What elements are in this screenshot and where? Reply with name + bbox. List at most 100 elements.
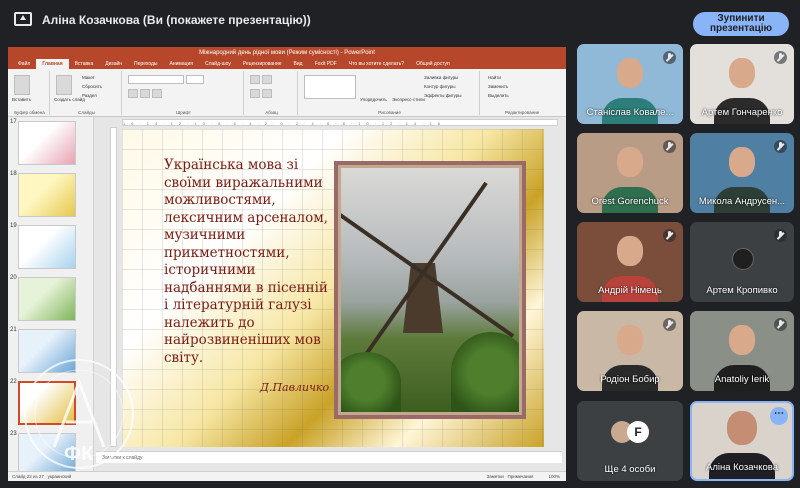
shapes-gallery[interactable] <box>304 75 356 99</box>
italic-icon[interactable] <box>140 89 150 98</box>
ribbon-group-label: Шрифт <box>176 110 191 115</box>
windmill-blade <box>341 208 425 275</box>
notes-toggle[interactable]: Заметки <box>487 474 504 479</box>
participant-name: Микола Андрусен... <box>698 196 786 207</box>
find-button[interactable]: Найти <box>488 75 501 80</box>
replace-button[interactable]: Заменить <box>488 84 508 89</box>
ppt-tab[interactable]: Вид <box>288 59 309 69</box>
align-left-icon[interactable] <box>250 89 260 98</box>
participant-name: Артем Гончаренко <box>701 107 783 118</box>
slide-thumbnail-18[interactable] <box>18 173 76 217</box>
ribbon-group-clipboard: Вставить Буфер обмена <box>10 71 50 115</box>
layout-button[interactable]: Макет <box>82 75 95 80</box>
ppt-tab[interactable]: Что вы хотите сделать? <box>343 59 410 69</box>
ribbon-group-editing: Найти Заменить Выделить Редактирование <box>482 71 562 115</box>
paste-label: Вставить <box>12 97 32 102</box>
windmill-picture[interactable] <box>334 161 526 419</box>
slide-thumbnail-17[interactable] <box>18 121 76 165</box>
slide-thumbnail-21[interactable] <box>18 329 76 373</box>
font-size-field[interactable] <box>186 75 204 84</box>
language-indicator[interactable]: украинский <box>48 474 71 479</box>
ribbon-group-slides: Создать слайд Макет Сбросить Раздел Слай… <box>52 71 122 115</box>
thumbnail-number: 21 <box>10 327 17 333</box>
new-slide-label[interactable]: Создать слайд <box>54 97 85 102</box>
tree <box>451 332 519 412</box>
thumbnail-number: 23 <box>10 431 17 437</box>
ribbon-group-label: Рисование <box>378 110 401 115</box>
thumbnail-number: 20 <box>10 275 17 281</box>
participant-name: Андрій Німець <box>598 285 662 296</box>
ppt-tab[interactable]: Переходы <box>128 59 163 69</box>
more-options-icon[interactable]: ⋯ <box>770 407 788 425</box>
arrange-button[interactable]: Упорядочить <box>360 97 387 102</box>
slide-thumbnails-pane[interactable]: 17 18 19 20 21 22 23 <box>8 117 94 471</box>
slide-canvas: 16·14·12·10·8·6·4·2·0·2·4·6·8·10·12·14·1… <box>96 117 562 471</box>
slide-thumbnail-22[interactable] <box>18 381 76 425</box>
shape-outline-button[interactable]: Контур фигуры <box>424 84 455 89</box>
section-button[interactable]: Раздел <box>82 93 97 98</box>
self-view-tile[interactable]: ⋯ Аліна Козачкова <box>690 401 794 481</box>
slide-thumbnail-23[interactable] <box>18 433 76 471</box>
ppt-tab[interactable]: Дизайн <box>99 59 128 69</box>
shape-effects-button[interactable]: Эффекты фигуры <box>424 93 462 98</box>
comments-toggle[interactable]: Примечания <box>507 474 533 479</box>
quick-styles-button[interactable]: Экспресс-стили <box>392 97 425 102</box>
thumbnail-number: 19 <box>10 223 17 229</box>
powerpoint-window: Міжнародний день рідної мови (Режим сумі… <box>8 47 566 481</box>
ppt-tab[interactable]: Вставка <box>69 59 100 69</box>
participant-name: Anatoliy Ierik <box>714 374 770 385</box>
slide-thumbnail-19[interactable] <box>18 225 76 269</box>
slide-author[interactable]: Д.Павличко <box>260 381 329 394</box>
ribbon-group-font: Шрифт <box>124 71 244 115</box>
presentation-bar: Аліна Козачкова (Ви (покажете презентаці… <box>0 0 800 40</box>
select-button[interactable]: Выделить <box>488 93 509 98</box>
reset-button[interactable]: Сбросить <box>82 84 102 89</box>
slide-counter: Слайд 22 из 27 украинский <box>12 472 71 481</box>
underline-icon[interactable] <box>152 89 162 98</box>
participant-name: Родіон Бобир <box>600 374 660 385</box>
participant-face <box>729 58 755 88</box>
mic-off-icon <box>663 140 676 153</box>
bold-icon[interactable] <box>128 89 138 98</box>
shape-fill-button[interactable]: Заливка фигуры <box>424 75 458 80</box>
new-slide-icon[interactable] <box>56 75 72 95</box>
numbering-icon[interactable] <box>262 75 272 84</box>
participant-tile[interactable]: Артем Гончаренко <box>690 44 794 124</box>
zoom-level[interactable]: 100% <box>548 474 560 479</box>
ppt-tab[interactable]: Foxit PDF <box>309 59 343 69</box>
slide-thumbnail-20[interactable] <box>18 277 76 321</box>
participant-face <box>729 325 755 355</box>
participant-name: Станіслав Ковале... <box>586 107 674 118</box>
align-center-icon[interactable] <box>262 89 272 98</box>
participant-face <box>617 58 643 88</box>
present-screen-icon <box>14 12 32 26</box>
more-participants-tile[interactable]: F Ще 4 особи <box>577 401 683 481</box>
ppt-tab[interactable]: Файл <box>12 59 36 69</box>
participant-face <box>617 236 643 266</box>
ppt-tab[interactable]: Главная <box>36 59 69 69</box>
mic-off-icon <box>663 51 676 64</box>
participant-tile[interactable]: Orest Gorenchuck <box>577 133 683 213</box>
slide-counter-text: Слайд 22 из 27 <box>12 474 44 479</box>
slide-quote-text[interactable]: Українська мова зі своїми виражальними м… <box>164 157 334 367</box>
bullets-icon[interactable] <box>250 75 260 84</box>
notes-pane[interactable]: Заметки к слайду <box>96 451 562 463</box>
stop-presenting-button[interactable]: Зупинити презентацію <box>693 12 789 36</box>
participant-tile[interactable]: Андрій Німець <box>577 222 683 302</box>
ppt-tab[interactable]: Рецензирование <box>237 59 288 69</box>
paste-icon[interactable] <box>14 75 30 95</box>
current-slide[interactable]: Українська мова зі своїми виражальними м… <box>122 129 544 447</box>
ppt-tab[interactable]: Слайд-шоу <box>199 59 237 69</box>
mic-off-icon <box>663 318 676 331</box>
font-name-field[interactable] <box>128 75 184 84</box>
ppt-tab[interactable]: Общий доступ <box>410 59 456 69</box>
participant-tile[interactable]: Микола Андрусен... <box>690 133 794 213</box>
ribbon-group-label: Редактирование <box>504 110 540 115</box>
participant-avatar <box>732 248 754 270</box>
participant-tile[interactable]: Станіслав Ковале... <box>577 44 683 124</box>
participant-tile[interactable]: Родіон Бобир <box>577 311 683 391</box>
participant-tile[interactable]: Anatoliy Ierik <box>690 311 794 391</box>
ppt-tab[interactable]: Анимация <box>164 59 199 69</box>
participant-face <box>617 147 643 177</box>
participant-tile[interactable]: Артем Кропивко <box>690 222 794 302</box>
